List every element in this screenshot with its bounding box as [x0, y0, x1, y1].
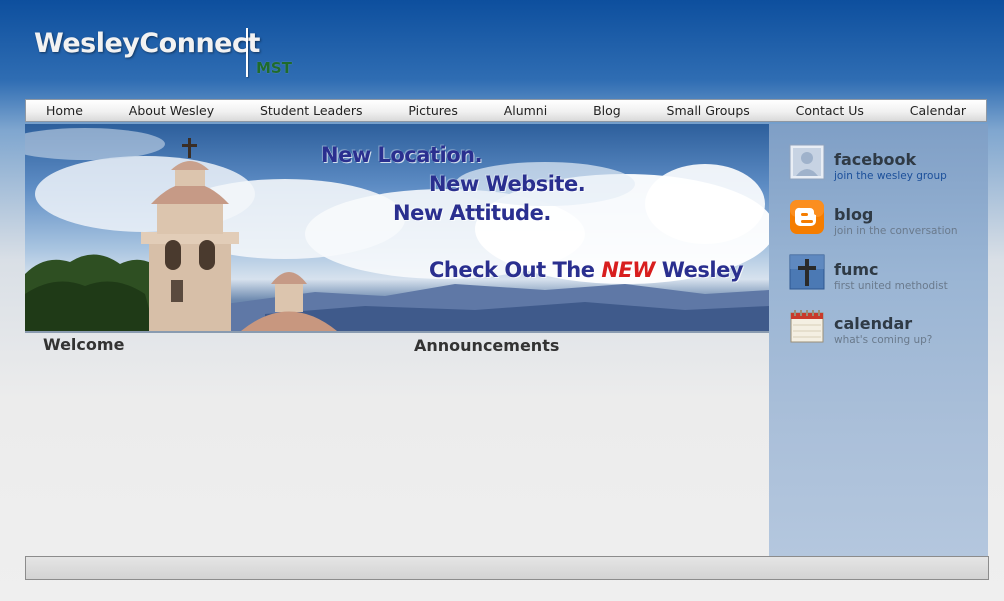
nav-contact-us[interactable]: Contact Us: [796, 103, 864, 118]
sidebar-calendar-title: calendar: [834, 314, 913, 333]
banner-new-highlight: NEW: [601, 258, 655, 282]
facebook-photo-icon: [789, 144, 825, 180]
right-sidebar: facebook join the wesley group blog join…: [769, 124, 988, 556]
sidebar-fumc-subtitle: first united methodist: [834, 280, 948, 292]
nav-about-wesley[interactable]: About Wesley: [129, 103, 214, 118]
sidebar-item-facebook[interactable]: facebook join the wesley group: [789, 144, 979, 188]
footer-bar: [25, 556, 989, 580]
banner-line-attitude: New Attitude.: [393, 201, 551, 225]
sidebar-item-fumc[interactable]: fumc first united methodist: [789, 254, 979, 298]
sidebar-item-calendar[interactable]: calendar what's coming up?: [789, 308, 979, 352]
sidebar-blog-subtitle: join in the conversation: [834, 225, 958, 237]
nav-blog[interactable]: Blog: [593, 103, 621, 118]
banner-divider: [25, 331, 769, 333]
nav-student-leaders[interactable]: Student Leaders: [260, 103, 363, 118]
banner-line-check-out: Check Out The NEW Wesley: [429, 258, 744, 282]
sidebar-facebook-title: facebook: [834, 150, 917, 169]
banner-check-prefix: Check Out The: [429, 258, 602, 282]
main-nav: Home About Wesley Student Leaders Pictur…: [25, 99, 987, 122]
hero-banner: New Location. New Website. New Attitude.…: [25, 124, 769, 331]
sidebar-item-blog[interactable]: blog join in the conversation: [789, 199, 979, 243]
calendar-icon: [790, 310, 824, 343]
welcome-heading: Welcome: [43, 335, 125, 354]
cross-icon: [789, 254, 825, 290]
blogger-icon: [790, 200, 824, 234]
announcements-heading: Announcements: [414, 336, 560, 355]
sidebar-facebook-subtitle[interactable]: join the wesley group: [834, 170, 947, 182]
banner-line-website: New Website.: [429, 172, 586, 196]
nav-home[interactable]: Home: [46, 103, 83, 118]
nav-small-groups[interactable]: Small Groups: [667, 103, 750, 118]
nav-calendar[interactable]: Calendar: [910, 103, 966, 118]
sidebar-blog-title: blog: [834, 205, 874, 224]
logo-divider: [246, 28, 248, 77]
sidebar-fumc-title: fumc: [834, 260, 879, 279]
nav-alumni[interactable]: Alumni: [504, 103, 548, 118]
logo-text: WesleyConnect: [34, 28, 260, 59]
banner-line-location: New Location.: [321, 143, 483, 167]
banner-check-suffix: Wesley: [654, 258, 744, 282]
sidebar-calendar-subtitle: what's coming up?: [834, 334, 933, 346]
nav-pictures[interactable]: Pictures: [408, 103, 458, 118]
logo-subtext: MST: [256, 59, 292, 77]
